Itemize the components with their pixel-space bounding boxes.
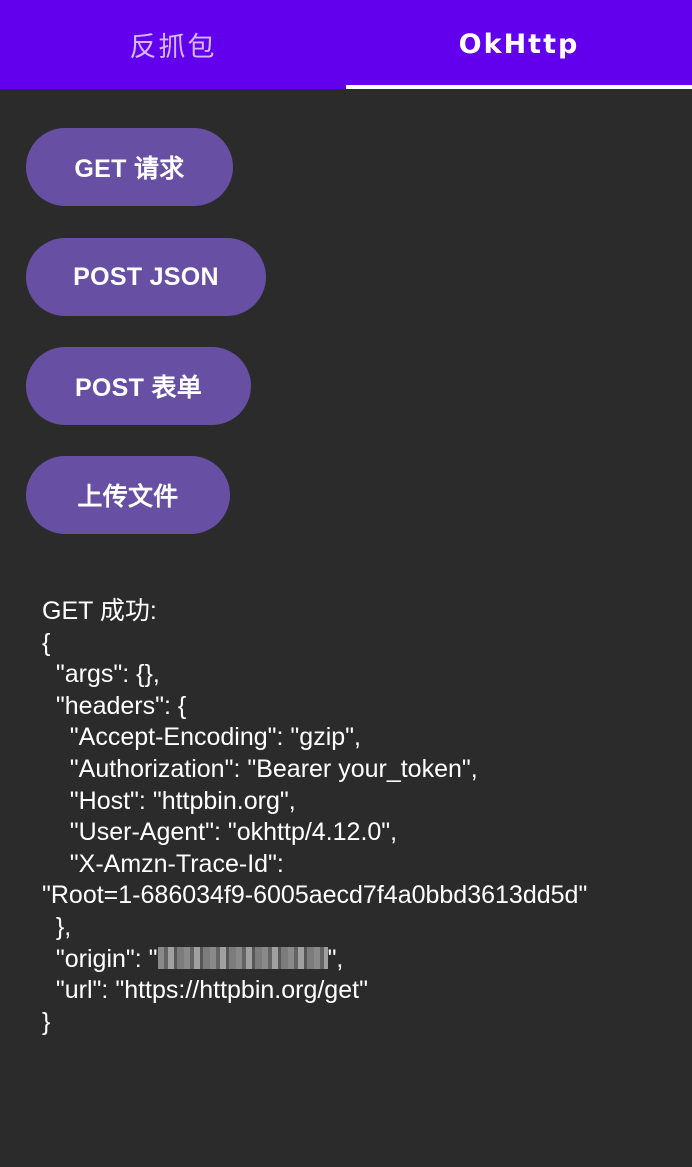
response-line: "headers": { xyxy=(42,691,187,720)
response-line: "Accept-Encoding": "gzip", xyxy=(42,723,361,752)
response-line: "url": "https://httpbin.org/get" xyxy=(42,976,368,1005)
response-line: { xyxy=(42,628,51,657)
response-line: "args": {}, xyxy=(42,660,160,689)
tab-anti-capture[interactable]: 反抓包 xyxy=(0,0,346,89)
tab-okhttp[interactable]: OkHttp xyxy=(346,0,692,89)
response-line: "User-Agent": "okhttp/4.12.0", xyxy=(42,818,398,847)
upload-file-button[interactable]: 上传文件 xyxy=(26,456,230,534)
response-line: } xyxy=(42,1007,51,1036)
response-status: GET 成功: xyxy=(42,597,157,625)
response-output: GET 成功: { "args": {}, "headers": { "Acce… xyxy=(42,596,682,1038)
redacted-ip-blur xyxy=(157,946,328,969)
response-line: "Root=1-686034f9-6005aecd7f4a0bbd3613dd5… xyxy=(42,881,588,910)
response-line: }, xyxy=(42,912,72,941)
tab-selected-indicator xyxy=(346,85,692,89)
tab-okhttp-label: OkHttp xyxy=(458,29,580,60)
tab-anti-capture-label: 反抓包 xyxy=(129,32,217,63)
post-json-button[interactable]: POST JSON xyxy=(26,238,266,316)
response-line: "Host": "httpbin.org", xyxy=(42,786,296,815)
tab-bar: 反抓包 OkHttp xyxy=(0,0,692,89)
origin-key: "origin": " xyxy=(42,944,158,973)
get-request-button[interactable]: GET 请求 xyxy=(26,128,233,206)
response-line: "X-Amzn-Trace-Id": xyxy=(42,849,284,878)
post-form-button[interactable]: POST 表单 xyxy=(26,347,251,425)
response-line: "Authorization": "Bearer your_token", xyxy=(42,754,478,783)
response-origin-line: "origin": " ", xyxy=(42,944,682,976)
origin-suffix: ", xyxy=(327,944,344,973)
